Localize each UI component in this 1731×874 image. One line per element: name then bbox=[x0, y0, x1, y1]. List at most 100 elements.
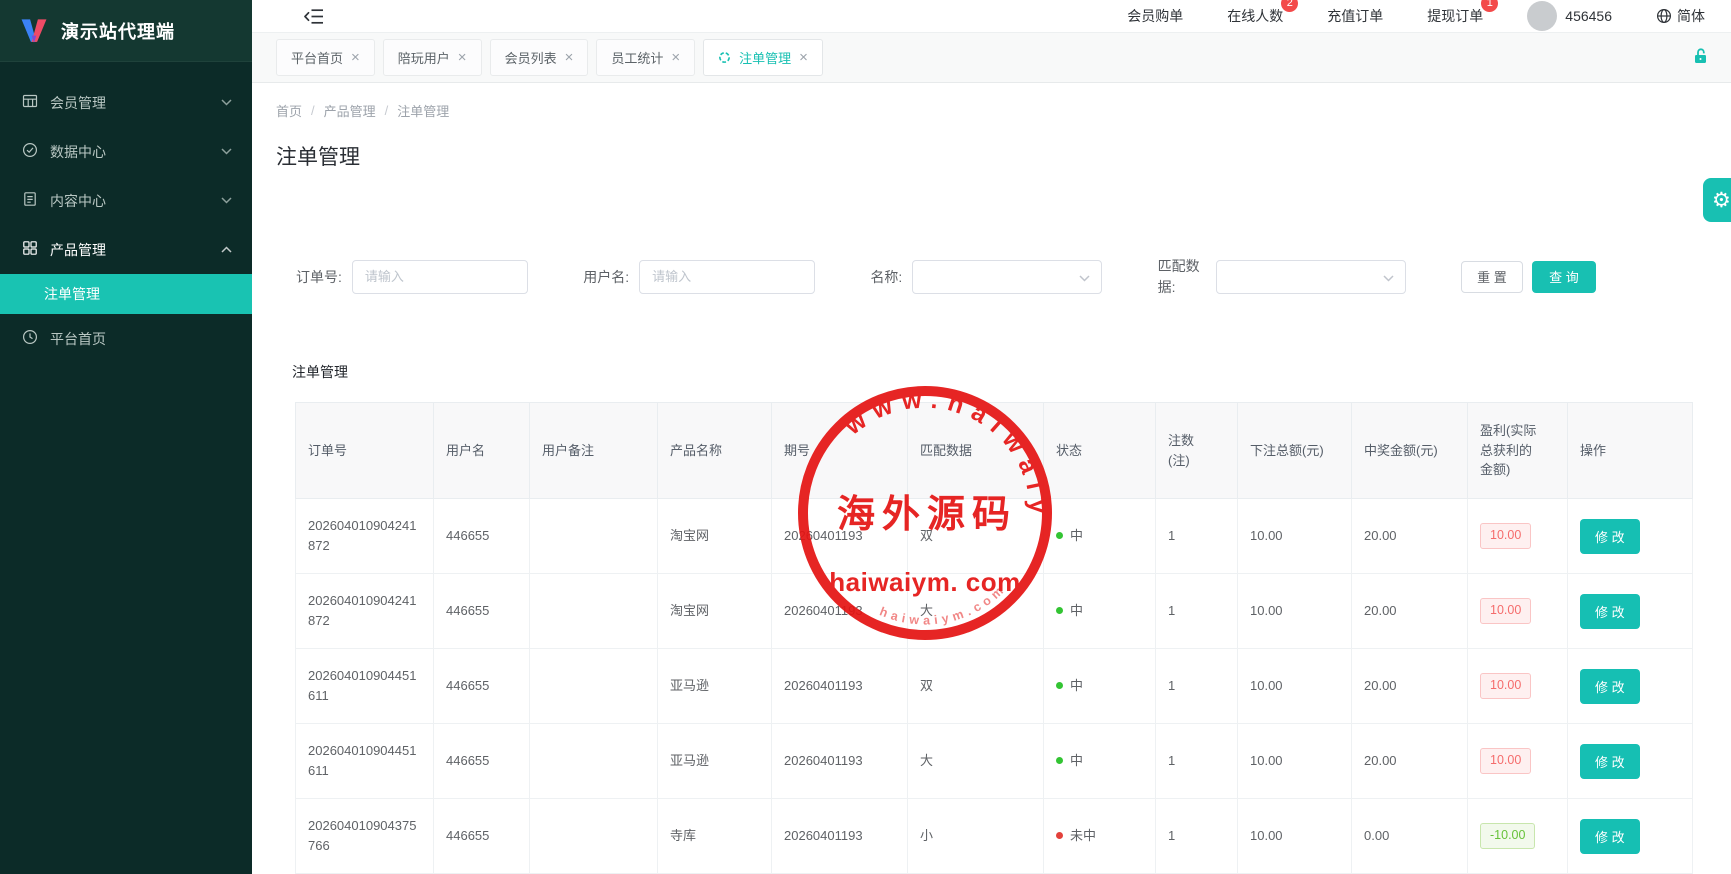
reset-button[interactable]: 重 置 bbox=[1461, 261, 1523, 293]
match-data-filter: 匹配数据: bbox=[1158, 256, 1406, 297]
tab-item[interactable]: 陪玩用户 × bbox=[383, 39, 482, 76]
cell-remark bbox=[530, 574, 658, 649]
notification-badge: 2 bbox=[1281, 0, 1298, 12]
nav-item[interactable]: 在线人数2 bbox=[1227, 6, 1283, 26]
cell-profit: 10.00 bbox=[1468, 574, 1568, 649]
table-row: 202604010904241872 446655 淘宝网 2026040119… bbox=[296, 574, 1693, 649]
chevron-down-icon bbox=[1079, 275, 1090, 282]
sidebar-item[interactable]: 数据中心 bbox=[0, 127, 252, 176]
globe-icon bbox=[1656, 8, 1672, 24]
user-menu[interactable]: 456456 bbox=[1527, 1, 1612, 31]
app-root: 演示站代理端 会员管理 数据中心 内容中心 产品管理 注单管理 平台首页 bbox=[0, 0, 1731, 874]
edit-button[interactable]: 修 改 bbox=[1580, 594, 1640, 629]
status-dot bbox=[1056, 832, 1063, 839]
cell-profit: -10.00 bbox=[1468, 799, 1568, 874]
tab-label: 陪玩用户 bbox=[398, 48, 450, 67]
top-navbar: 会员购单 在线人数2 充值订单 提现订单1 456456 简体 bbox=[252, 0, 1731, 33]
breadcrumb-home[interactable]: 首页 bbox=[276, 101, 302, 120]
cell-match: 大 bbox=[908, 574, 1044, 649]
cell-match: 小 bbox=[908, 799, 1044, 874]
sidebar-item[interactable]: 产品管理 bbox=[0, 225, 252, 274]
orders-table-wrap: 订单号用户名用户备注产品名称期号匹配数据状态注数 (注)下注总额(元)中奖金额(… bbox=[295, 402, 1707, 874]
logo: 演示站代理端 bbox=[0, 0, 252, 62]
sidebar-item-label: 会员管理 bbox=[50, 93, 221, 113]
sidebar-item[interactable]: 会员管理 bbox=[0, 78, 252, 127]
nav-item[interactable]: 提现订单1 bbox=[1427, 6, 1483, 26]
cell-match: 大 bbox=[908, 724, 1044, 799]
cell-profit: 10.00 bbox=[1468, 649, 1568, 724]
edit-button[interactable]: 修 改 bbox=[1580, 819, 1640, 854]
username-input[interactable] bbox=[639, 260, 815, 294]
sidebar-subitem[interactable]: 注单管理 bbox=[0, 274, 252, 314]
modules-icon bbox=[22, 240, 38, 259]
tab-item[interactable]: 员工统计 × bbox=[596, 39, 695, 76]
unlock-icon[interactable] bbox=[1692, 47, 1709, 70]
edit-button[interactable]: 修 改 bbox=[1580, 744, 1640, 779]
clock-icon bbox=[22, 329, 38, 348]
order-no-label: 订单号: bbox=[296, 267, 342, 287]
username: 456456 bbox=[1565, 8, 1612, 24]
chevron-down-icon bbox=[221, 148, 232, 155]
column-header: 产品名称 bbox=[658, 403, 772, 499]
match-data-select[interactable] bbox=[1216, 260, 1406, 294]
sidebar-item-label: 平台首页 bbox=[50, 329, 232, 349]
search-button[interactable]: 查 询 bbox=[1532, 261, 1596, 293]
tab-item[interactable]: 注单管理× bbox=[703, 39, 823, 76]
chevron-down-icon bbox=[221, 99, 232, 106]
cell-action: 修 改 bbox=[1568, 724, 1693, 799]
breadcrumb: 首页 / 产品管理 / 注单管理 bbox=[276, 101, 1707, 119]
settings-gear-button[interactable]: ⚙ bbox=[1703, 178, 1731, 222]
cell-match: 双 bbox=[908, 649, 1044, 724]
cell-win-amount: 20.00 bbox=[1352, 499, 1468, 574]
tab-label: 员工统计 bbox=[611, 48, 663, 67]
profit-tag: 10.00 bbox=[1480, 748, 1531, 773]
cell-count: 1 bbox=[1156, 499, 1238, 574]
column-header: 下注总额(元) bbox=[1238, 403, 1352, 499]
breadcrumb-current: 注单管理 bbox=[397, 101, 449, 120]
sidebar-item[interactable]: 内容中心 bbox=[0, 176, 252, 225]
edit-button[interactable]: 修 改 bbox=[1580, 669, 1640, 704]
tab-item[interactable]: 平台首页 × bbox=[276, 39, 375, 76]
table-row: 202604010904375766 446655 寺库 20260401193… bbox=[296, 799, 1693, 874]
cell-win-amount: 0.00 bbox=[1352, 799, 1468, 874]
gear-icon: ⚙ bbox=[1712, 188, 1731, 213]
notification-badge: 1 bbox=[1481, 0, 1498, 12]
cell-username: 446655 bbox=[434, 574, 530, 649]
close-icon[interactable]: × bbox=[351, 50, 360, 65]
cell-bet-total: 10.00 bbox=[1238, 799, 1352, 874]
sidebar-item[interactable]: 平台首页 bbox=[0, 314, 252, 363]
close-icon[interactable]: × bbox=[799, 50, 808, 65]
cell-status: 中 bbox=[1044, 649, 1156, 724]
column-header: 订单号 bbox=[296, 403, 434, 499]
username-label: 用户名: bbox=[583, 267, 629, 287]
tab-bar: 平台首页×陪玩用户×会员列表×员工统计×注单管理× bbox=[252, 33, 1731, 83]
edit-button[interactable]: 修 改 bbox=[1580, 519, 1640, 554]
menu-fold-icon[interactable] bbox=[304, 8, 324, 25]
close-icon[interactable]: × bbox=[458, 50, 467, 65]
tab-item[interactable]: 会员列表 × bbox=[490, 39, 589, 76]
tab-label: 会员列表 bbox=[505, 48, 557, 67]
cell-bet-total: 10.00 bbox=[1238, 724, 1352, 799]
column-header: 用户名 bbox=[434, 403, 530, 499]
language-switcher[interactable]: 简体 bbox=[1656, 6, 1705, 26]
nav-item[interactable]: 会员购单 bbox=[1127, 6, 1183, 26]
name-label: 名称: bbox=[870, 267, 902, 287]
profit-tag: 10.00 bbox=[1480, 673, 1531, 698]
sidebar-menu: 会员管理 数据中心 内容中心 产品管理 注单管理 平台首页 bbox=[0, 62, 252, 363]
cell-action: 修 改 bbox=[1568, 499, 1693, 574]
logo-v-icon bbox=[18, 17, 50, 45]
name-select[interactable] bbox=[912, 260, 1102, 294]
close-icon[interactable]: × bbox=[671, 50, 680, 65]
refresh-icon[interactable] bbox=[718, 51, 731, 64]
cell-order-no: 202604010904375766 bbox=[296, 799, 434, 874]
table-row: 202604010904241872 446655 淘宝网 2026040119… bbox=[296, 499, 1693, 574]
order-no-input[interactable] bbox=[352, 260, 528, 294]
cell-profit: 10.00 bbox=[1468, 724, 1568, 799]
avatar[interactable] bbox=[1527, 1, 1557, 31]
tab-label: 平台首页 bbox=[291, 48, 343, 67]
cell-action: 修 改 bbox=[1568, 799, 1693, 874]
breadcrumb-product[interactable]: 产品管理 bbox=[324, 101, 376, 120]
close-icon[interactable]: × bbox=[565, 50, 574, 65]
cell-count: 1 bbox=[1156, 799, 1238, 874]
nav-item[interactable]: 充值订单 bbox=[1327, 6, 1383, 26]
